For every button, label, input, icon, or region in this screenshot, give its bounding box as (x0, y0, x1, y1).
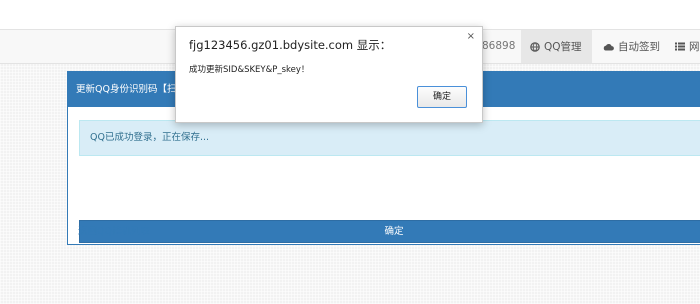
close-icon[interactable]: × (467, 31, 475, 42)
nav-item-network[interactable]: 网 (675, 30, 700, 63)
top-strip: ´ (0, 0, 700, 29)
cloud-icon (603, 43, 614, 51)
login-status-alert: QQ已成功登录，正在保存... (79, 120, 700, 156)
panel-body: QQ已成功登录，正在保存... 确定 (68, 107, 700, 244)
nav-item-qq-manage[interactable]: QQ管理 (521, 30, 592, 63)
globe-icon (530, 41, 540, 52)
nav-item-auto-signin[interactable]: 自动签到 (603, 30, 660, 63)
nav-item-label: QQ管理 (544, 41, 582, 53)
dialog-ok-button[interactable]: 确定 (417, 86, 467, 108)
dialog-title: fjg123456.gz01.bdysite.com 显示： (189, 38, 392, 52)
confirm-button[interactable]: 确定 (79, 220, 700, 243)
list-icon (675, 42, 685, 51)
nav-partial-text: 86898 (482, 40, 516, 52)
nav-item-label: 网 (689, 41, 700, 53)
back-to-qq-list-link[interactable]: 返回QQ挂机列表 (78, 223, 150, 237)
dialog-message: 成功更新SID&SKEY&P_skey！ (189, 65, 310, 75)
top-mark: ´ (16, 0, 22, 9)
nav-item-label: 自动签到 (618, 41, 660, 53)
alert-dialog: fjg123456.gz01.bdysite.com 显示： × 成功更新SID… (175, 26, 483, 123)
